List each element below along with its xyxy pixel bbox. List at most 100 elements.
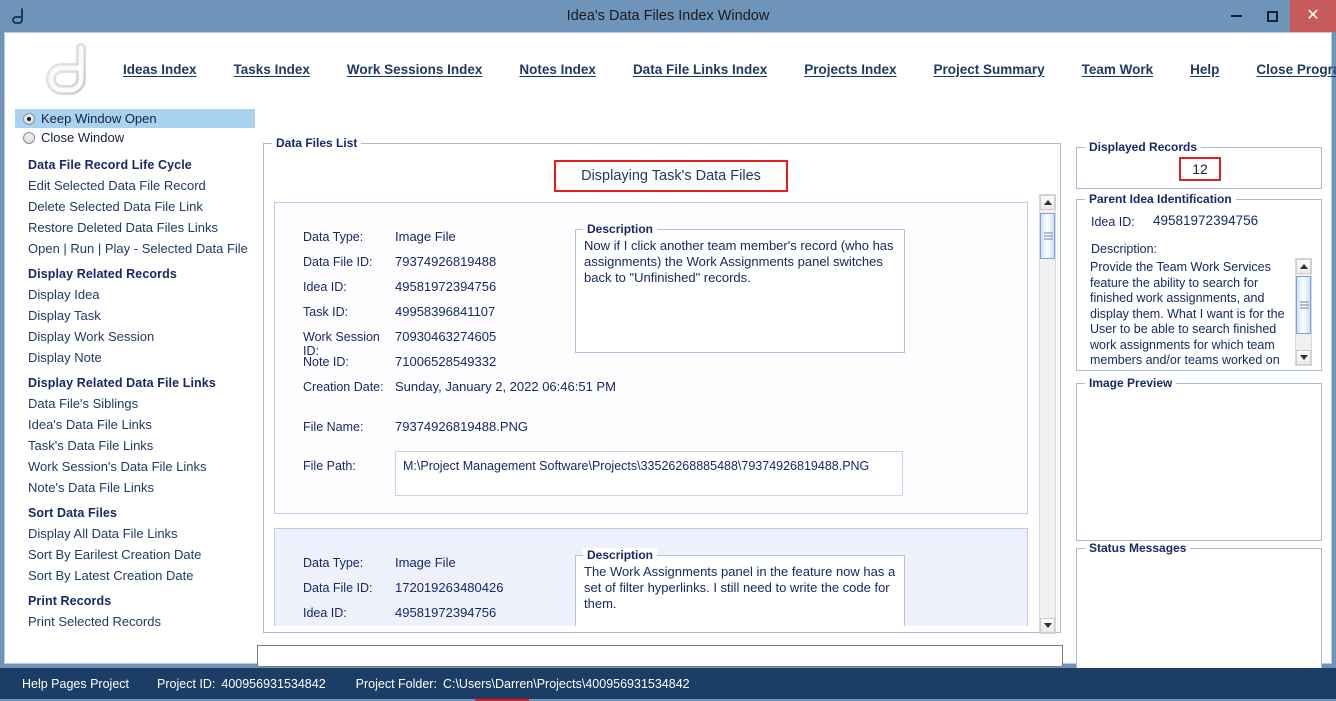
sidebar-item-sort-by-latest-creation-date[interactable]: Sort By Latest Creation Date	[15, 568, 255, 583]
scroll-down-icon[interactable]	[1296, 350, 1311, 365]
label-data-type: Data Type:	[303, 556, 364, 570]
record-field-data-type: Data Type: Image File	[303, 555, 456, 570]
value-idea-id: 49581972394756	[395, 279, 497, 294]
record-field-note-id: Note ID: 71006528549332	[303, 354, 496, 369]
menu-item-work-sessions-index[interactable]: Work Sessions Index	[347, 62, 483, 77]
value-file-path: M:\Project Management Software\Projects\…	[403, 459, 870, 473]
sidebar-item-ideas-data-file-links[interactable]: Idea's Data File Links	[15, 417, 255, 432]
sidebar-group-title-print-records: Print Records	[28, 594, 112, 608]
sidebar-item-restore-deleted-data-files-links[interactable]: Restore Deleted Data Files Links	[15, 220, 255, 235]
menu-item-notes-index[interactable]: Notes Index	[519, 62, 596, 77]
record-field-task-id: Task ID: 49958396841107	[303, 304, 495, 319]
menu-item-data-file-links-index[interactable]: Data File Links Index	[633, 62, 767, 77]
record-field-data-type: Data Type: Image File	[303, 229, 456, 244]
sidebar-item-display-note[interactable]: Display Note	[15, 350, 255, 365]
value-data-file-id: 79374926819488	[395, 254, 497, 269]
value-task-id: 49958396841107	[395, 304, 496, 319]
status-project-folder-value: C:\Users\Darren\Projects\400956931534842	[442, 676, 690, 691]
label-file-path: File Path:	[303, 459, 356, 473]
parent-idea-description-text: Provide the Team Work Services feature t…	[1090, 260, 1285, 365]
menu-item-list: Ideas Index Tasks Index Work Sessions In…	[123, 33, 1336, 105]
menu-item-ideas-index[interactable]: Ideas Index	[123, 62, 197, 77]
main-menu-bar: Ideas Index Tasks Index Work Sessions In…	[5, 33, 1336, 105]
sidebar-item-work-sessions-data-file-links[interactable]: Work Session's Data File Links	[15, 459, 255, 474]
sidebar-item-tasks-data-file-links[interactable]: Task's Data File Links	[15, 438, 255, 453]
sidebar-item-open-run-play-selected-data-file[interactable]: Open | Run | Play - Selected Data File	[15, 241, 255, 256]
status-project-id-value: 400956931534842	[221, 676, 326, 691]
sidebar-item-notes-data-file-links[interactable]: Note's Data File Links	[15, 480, 255, 495]
window-title: Idea's Data Files Index Window	[566, 8, 770, 24]
image-preview-panel: Image Preview	[1076, 376, 1322, 541]
records-vertical-scrollbar[interactable]	[1039, 194, 1056, 634]
displaying-banner: Displaying Task's Data Files	[554, 160, 788, 192]
value-work-session-id: 70930463274605	[395, 329, 497, 344]
close-button[interactable]: ✕	[1290, 0, 1336, 32]
radio-close-window[interactable]: Close Window	[15, 128, 255, 147]
menu-item-team-work[interactable]: Team Work	[1082, 62, 1154, 77]
search-input[interactable]	[257, 645, 1063, 667]
description-title: Description	[583, 222, 658, 236]
scrollbar-grip-icon	[1044, 232, 1053, 240]
parent-idea-description-label: Description:	[1091, 242, 1157, 256]
label-creation-date: Creation Date:	[303, 380, 384, 394]
scroll-down-icon[interactable]	[1040, 618, 1055, 633]
menu-item-close-program[interactable]: Close Program	[1256, 62, 1336, 77]
minimize-button[interactable]	[1218, 0, 1254, 32]
parent-idea-identification-panel: Parent Idea Identification Idea ID: 4958…	[1076, 192, 1322, 371]
sidebar: Keep Window Open Close Window Data File …	[15, 109, 255, 657]
app-logo-large-icon	[41, 41, 103, 99]
displayed-records-panel: Displayed Records 12	[1076, 140, 1322, 189]
description-title: Description	[583, 548, 658, 562]
records-scroll-area: Data Type: Image File Data File ID: 7937…	[272, 202, 1054, 626]
image-preview-title: Image Preview	[1085, 376, 1177, 390]
scroll-up-icon[interactable]	[1040, 195, 1055, 210]
scrollbar-thumb[interactable]	[1040, 213, 1055, 259]
label-data-type: Data Type:	[303, 230, 364, 244]
parent-idea-id-label: Idea ID:	[1091, 215, 1135, 229]
table-row[interactable]: Data Type: Image File Data File ID: 7937…	[274, 202, 1028, 514]
data-files-list-panel: Data Files List Displaying Task's Data F…	[263, 136, 1061, 634]
sidebar-item-display-all-data-file-links[interactable]: Display All Data File Links	[15, 526, 255, 541]
radio-keep-window-open-label: Keep Window Open	[41, 111, 157, 126]
sidebar-item-print-selected-records[interactable]: Print Selected Records	[15, 614, 255, 629]
status-messages-title: Status Messages	[1085, 541, 1191, 555]
value-file-name: 79374926819488.PNG	[395, 419, 529, 434]
status-project-name: Help Pages Project	[22, 676, 130, 691]
table-row[interactable]: Data Type: Image File Data File ID: 1720…	[274, 528, 1028, 626]
radio-selected-icon	[23, 112, 35, 125]
sidebar-group-title-display-related-data-file-links: Display Related Data File Links	[28, 376, 216, 390]
sidebar-item-sort-by-earliest-creation-date[interactable]: Sort By Earilest Creation Date	[15, 547, 255, 562]
label-file-name: File Name:	[303, 420, 364, 434]
displaying-banner-label: Displaying Task's Data Files	[581, 168, 761, 184]
sidebar-item-display-idea[interactable]: Display Idea	[15, 287, 255, 302]
record-description-box: Description Now if I click another team …	[575, 222, 905, 353]
sidebar-item-delete-selected-data-file-link[interactable]: Delete Selected Data File Link	[15, 199, 255, 214]
menu-item-project-summary[interactable]: Project Summary	[934, 62, 1045, 77]
parent-idea-id-value: 49581972394756	[1153, 213, 1259, 228]
menu-item-projects-index[interactable]: Projects Index	[804, 62, 896, 77]
parent-idea-title: Parent Idea Identification	[1085, 192, 1236, 206]
status-project-id-label: Project ID:	[157, 676, 216, 691]
record-field-data-file-id: Data File ID: 172019263480426	[303, 580, 503, 595]
radio-unselected-icon	[23, 131, 35, 144]
displayed-records-count: 12	[1179, 157, 1221, 181]
menu-item-tasks-index[interactable]: Tasks Index	[234, 62, 310, 77]
parent-idea-vertical-scrollbar[interactable]	[1295, 258, 1312, 366]
maximize-button[interactable]	[1254, 0, 1290, 32]
radio-keep-window-open[interactable]: Keep Window Open	[15, 109, 255, 128]
data-files-list-title: Data Files List	[272, 136, 362, 150]
scroll-up-icon[interactable]	[1296, 259, 1311, 274]
maximize-icon	[1266, 10, 1278, 22]
scrollbar-thumb[interactable]	[1296, 276, 1311, 334]
sidebar-item-display-task[interactable]: Display Task	[15, 308, 255, 323]
value-data-type: Image File	[395, 555, 456, 570]
scrollbar-grip-icon	[1300, 301, 1309, 309]
record-field-idea-id: Idea ID: 49581972394756	[303, 279, 496, 294]
record-field-creation-date: Creation Date: Sunday, January 2, 2022 0…	[303, 379, 616, 394]
sidebar-group-title-sort-data-files: Sort Data Files	[28, 506, 118, 520]
sidebar-item-edit-selected-data-file-record[interactable]: Edit Selected Data File Record	[15, 178, 255, 193]
application-window: Idea's Data Files Index Window ✕ Ideas I…	[0, 0, 1336, 701]
sidebar-item-data-files-siblings[interactable]: Data File's Siblings	[15, 396, 255, 411]
menu-item-help[interactable]: Help	[1190, 62, 1219, 77]
sidebar-item-display-work-session[interactable]: Display Work Session	[15, 329, 255, 344]
